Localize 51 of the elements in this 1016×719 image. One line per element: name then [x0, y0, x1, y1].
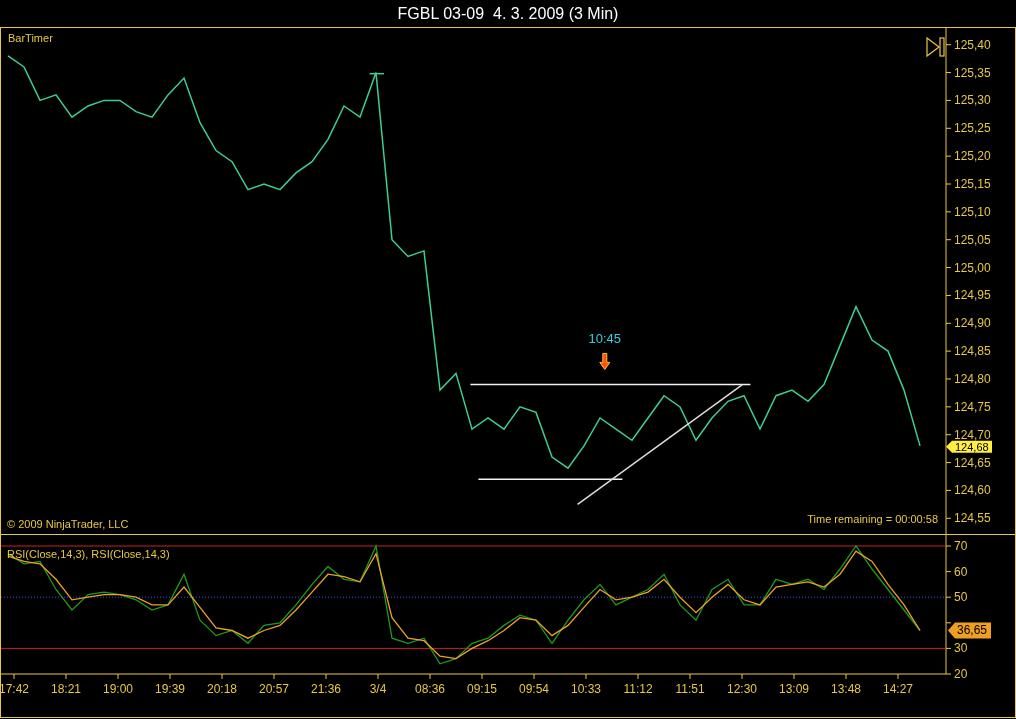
horizontal-dash-drawing	[368, 72, 385, 75]
time-axis-label: 13:09	[779, 682, 809, 696]
timer-text: Time remaining = 00:00:58	[807, 513, 938, 525]
price-axis-label: 124,65	[954, 455, 991, 470]
time-annotation: 10:45	[588, 331, 622, 347]
rsi-axis-label: 20	[954, 667, 968, 681]
copyright-text: © 2009 NinjaTrader, LLC	[7, 518, 129, 530]
down-arrow-icon	[599, 352, 611, 370]
time-axis-label: 14:27	[883, 682, 913, 696]
price-value-tag: 124,68	[946, 440, 992, 453]
time-axis-label: 09:15	[467, 682, 497, 696]
time-axis-label: 19:00	[103, 682, 133, 696]
time-axis-label: 20:18	[207, 682, 237, 696]
time-axis-label: 10:33	[571, 682, 601, 696]
indicator-label: BarTimer	[8, 32, 53, 44]
time-axis-label: 11:51	[675, 682, 705, 696]
time-axis-label: 21:36	[311, 682, 341, 696]
time-axis-label: 18:21	[51, 682, 81, 696]
rsi-axis-label: 70	[954, 539, 968, 553]
price-axis-label: 124,80	[954, 372, 991, 386]
price-axis-label: 125,05	[954, 232, 991, 247]
price-axis-label: 124,60	[954, 483, 991, 498]
price-axis-label: 125,00	[954, 260, 991, 275]
time-axis-label: 20:57	[259, 682, 289, 696]
price-axis-label: 125,30	[954, 93, 991, 108]
time-axis-label: 3/4	[369, 682, 387, 696]
rsi-axis-label: 60	[954, 564, 968, 579]
time-axis-label: 13:48	[831, 682, 861, 696]
price-axis-label: 125,10	[954, 204, 991, 219]
time-axis-label: 12:30	[727, 682, 757, 696]
price-axis-label: 124,90	[954, 316, 991, 331]
skip-to-end-icon[interactable]	[926, 36, 945, 58]
price-axis-label: 125,15	[954, 177, 991, 191]
rsi-axis-label: 30	[954, 641, 968, 656]
time-axis-label: 09:54	[519, 682, 549, 696]
window-title: FGBL 03-09 4. 3. 2009 (3 Min)	[397, 4, 619, 23]
price-axis-label: 124,70	[954, 427, 991, 442]
price-axis-label: 125,40	[954, 37, 991, 52]
price-axis-label: 124,95	[954, 288, 991, 303]
rsi-value-tag: 36,65	[948, 622, 991, 639]
time-axis-label: 08:36	[415, 682, 445, 696]
price-axis-label: 124,85	[954, 344, 991, 359]
price-axis-label: 125,35	[954, 65, 991, 80]
price-axis-label: 124,55	[954, 511, 991, 526]
price-axis-label: 124,75	[954, 399, 991, 414]
time-axis-label: 19:39	[155, 682, 185, 696]
time-axis-label: 11:12	[623, 682, 653, 696]
indicator-legend: RSI(Close,14,3), RSI(Close,14,3)	[7, 548, 170, 560]
price-axis-label: 125,20	[954, 149, 991, 164]
rsi-axis-label: 50	[954, 590, 968, 605]
price-axis-label: 125,25	[954, 121, 991, 136]
